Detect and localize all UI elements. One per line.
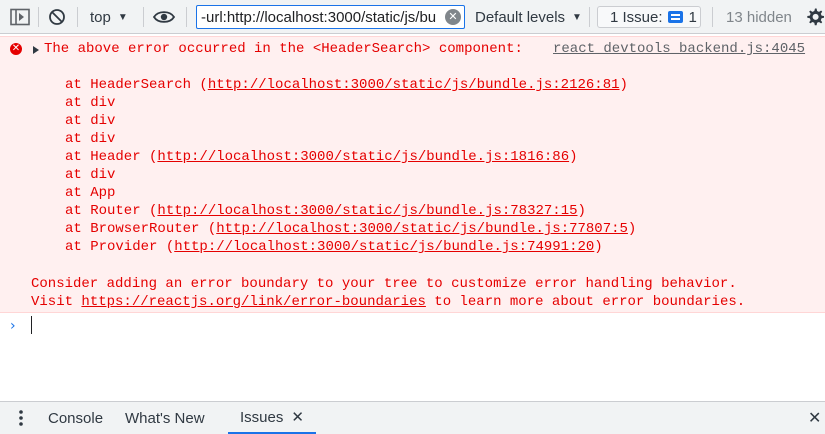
drawer-menu-button[interactable]	[12, 402, 30, 434]
stack-frame-suffix: )	[627, 221, 637, 237]
toolbar-separator	[186, 7, 187, 27]
filter-box: ✕	[196, 5, 465, 29]
toolbar-separator	[712, 7, 713, 27]
stack-frame-text: at div	[65, 113, 116, 129]
advice-prefix: Visit	[31, 294, 82, 310]
advice-suffix: to learn more about error boundaries.	[425, 294, 746, 310]
stack-frame: at Provider (http://localhost:3000/stati…	[65, 238, 603, 256]
issues-button[interactable]: 1 Issue: 1	[597, 6, 701, 28]
issues-count: 1	[688, 8, 697, 26]
sidebar-toggle-button[interactable]	[9, 0, 31, 34]
filter-input[interactable]	[197, 6, 443, 28]
stack-frame-suffix: )	[569, 149, 578, 165]
issues-label: 1 Issue:	[610, 8, 663, 26]
issue-icon	[667, 11, 683, 23]
stack-frame: at div	[65, 166, 115, 184]
settings-gear-icon	[807, 8, 824, 26]
tab-whats-new-label: What's New	[125, 409, 205, 427]
hidden-label: 13 hidden	[726, 8, 792, 26]
stack-frame-suffix: )	[619, 77, 628, 93]
tab-console[interactable]: Console	[48, 402, 103, 434]
toolbar-separator	[77, 7, 78, 27]
stack-frame-text: at Provider (	[65, 239, 175, 255]
error-boundaries-link[interactable]: https://reactjs.org/link/error-boundarie…	[81, 294, 425, 310]
close-drawer-icon: ✕	[808, 410, 822, 427]
stack-frame-text: at div	[65, 131, 116, 147]
stack-frame: at App	[65, 184, 115, 202]
tab-whats-new[interactable]: What's New	[125, 402, 205, 434]
drawer-tab-bar: Console What's New Issues ✕ ✕	[0, 401, 825, 434]
hidden-messages-count: 13 hidden	[726, 0, 792, 34]
error-advice-line-1: Consider adding an error boundary to you…	[31, 276, 737, 292]
stack-frame: at div	[65, 112, 115, 130]
tab-console-label: Console	[48, 409, 104, 427]
console-toolbar: top ▼ ✕ Default levels ▼ 1 Issue: 1 13 h…	[0, 0, 825, 34]
context-label: top	[90, 8, 111, 26]
stack-frame-text: at Header (	[65, 149, 158, 165]
toolbar-separator	[38, 7, 39, 27]
clear-console-icon	[49, 9, 65, 25]
toolbar-separator	[143, 7, 144, 27]
stack-frame: at BrowserRouter (http://localhost:3000/…	[65, 220, 636, 238]
eye-icon	[153, 11, 175, 23]
close-tab-icon[interactable]: ✕	[291, 408, 304, 426]
stack-frame-suffix: )	[594, 239, 603, 255]
stack-frame-link[interactable]: http://localhost:3000/static/js/bundle.j…	[216, 221, 628, 237]
stack-frame-text: at App	[65, 185, 116, 201]
stack-frame-text: at BrowserRouter (	[65, 221, 217, 237]
error-source-link[interactable]: react_devtools_backend.js:4045	[553, 41, 805, 57]
console-settings-button[interactable]	[805, 0, 825, 34]
expand-triangle-icon[interactable]	[33, 46, 39, 54]
stack-frame-link[interactable]: http://localhost:3000/static/js/bundle.j…	[157, 149, 569, 165]
more-vertical-icon	[19, 410, 23, 426]
error-advice-line-2: Visit https://reactjs.org/link/error-bou…	[31, 293, 745, 311]
console-prompt-icon: ›	[10, 318, 16, 334]
chevron-down-icon: ▼	[117, 11, 128, 23]
stack-frame-text: at div	[65, 167, 116, 183]
tab-issues[interactable]: Issues ✕	[228, 402, 316, 434]
sidebar-toggle-icon	[10, 8, 30, 26]
stack-frame: at div	[65, 94, 115, 112]
console-input-caret[interactable]	[31, 316, 32, 334]
stack-frame-text: at HeaderSearch (	[65, 77, 208, 93]
error-icon: ✕	[10, 43, 22, 55]
log-levels-dropdown[interactable]: Default levels ▼	[475, 0, 582, 34]
stack-frame-suffix: )	[577, 203, 586, 219]
stack-frame-link[interactable]: http://localhost:3000/static/js/bundle.j…	[208, 77, 620, 93]
stack-frame-link[interactable]: http://localhost:3000/static/js/bundle.j…	[174, 239, 594, 255]
stack-frame: at HeaderSearch (http://localhost:3000/s…	[65, 76, 628, 94]
clear-filter-icon[interactable]: ✕	[445, 9, 461, 25]
stack-frame-link[interactable]: http://localhost:3000/static/js/bundle.j…	[157, 203, 577, 219]
console-error-message: ✕ The above error occurred in the <Heade…	[0, 36, 825, 313]
live-expression-button[interactable]	[153, 0, 175, 34]
error-header: The above error occurred in the <HeaderS…	[44, 41, 523, 57]
stack-frame: at Router (http://localhost:3000/static/…	[65, 202, 586, 220]
context-selector[interactable]: top ▼	[90, 0, 128, 34]
close-drawer-button[interactable]: ✕	[808, 402, 821, 434]
chevron-down-icon: ▼	[572, 11, 582, 23]
stack-frame-text: at Router (	[65, 203, 158, 219]
log-levels-label: Default levels	[475, 8, 566, 26]
stack-frame-text: at div	[65, 95, 116, 111]
clear-console-button[interactable]	[48, 0, 66, 34]
tab-issues-label: Issues	[240, 408, 284, 426]
stack-frame: at div	[65, 130, 115, 148]
stack-frame: at Header (http://localhost:3000/static/…	[65, 148, 578, 166]
toolbar-separator	[589, 7, 590, 27]
